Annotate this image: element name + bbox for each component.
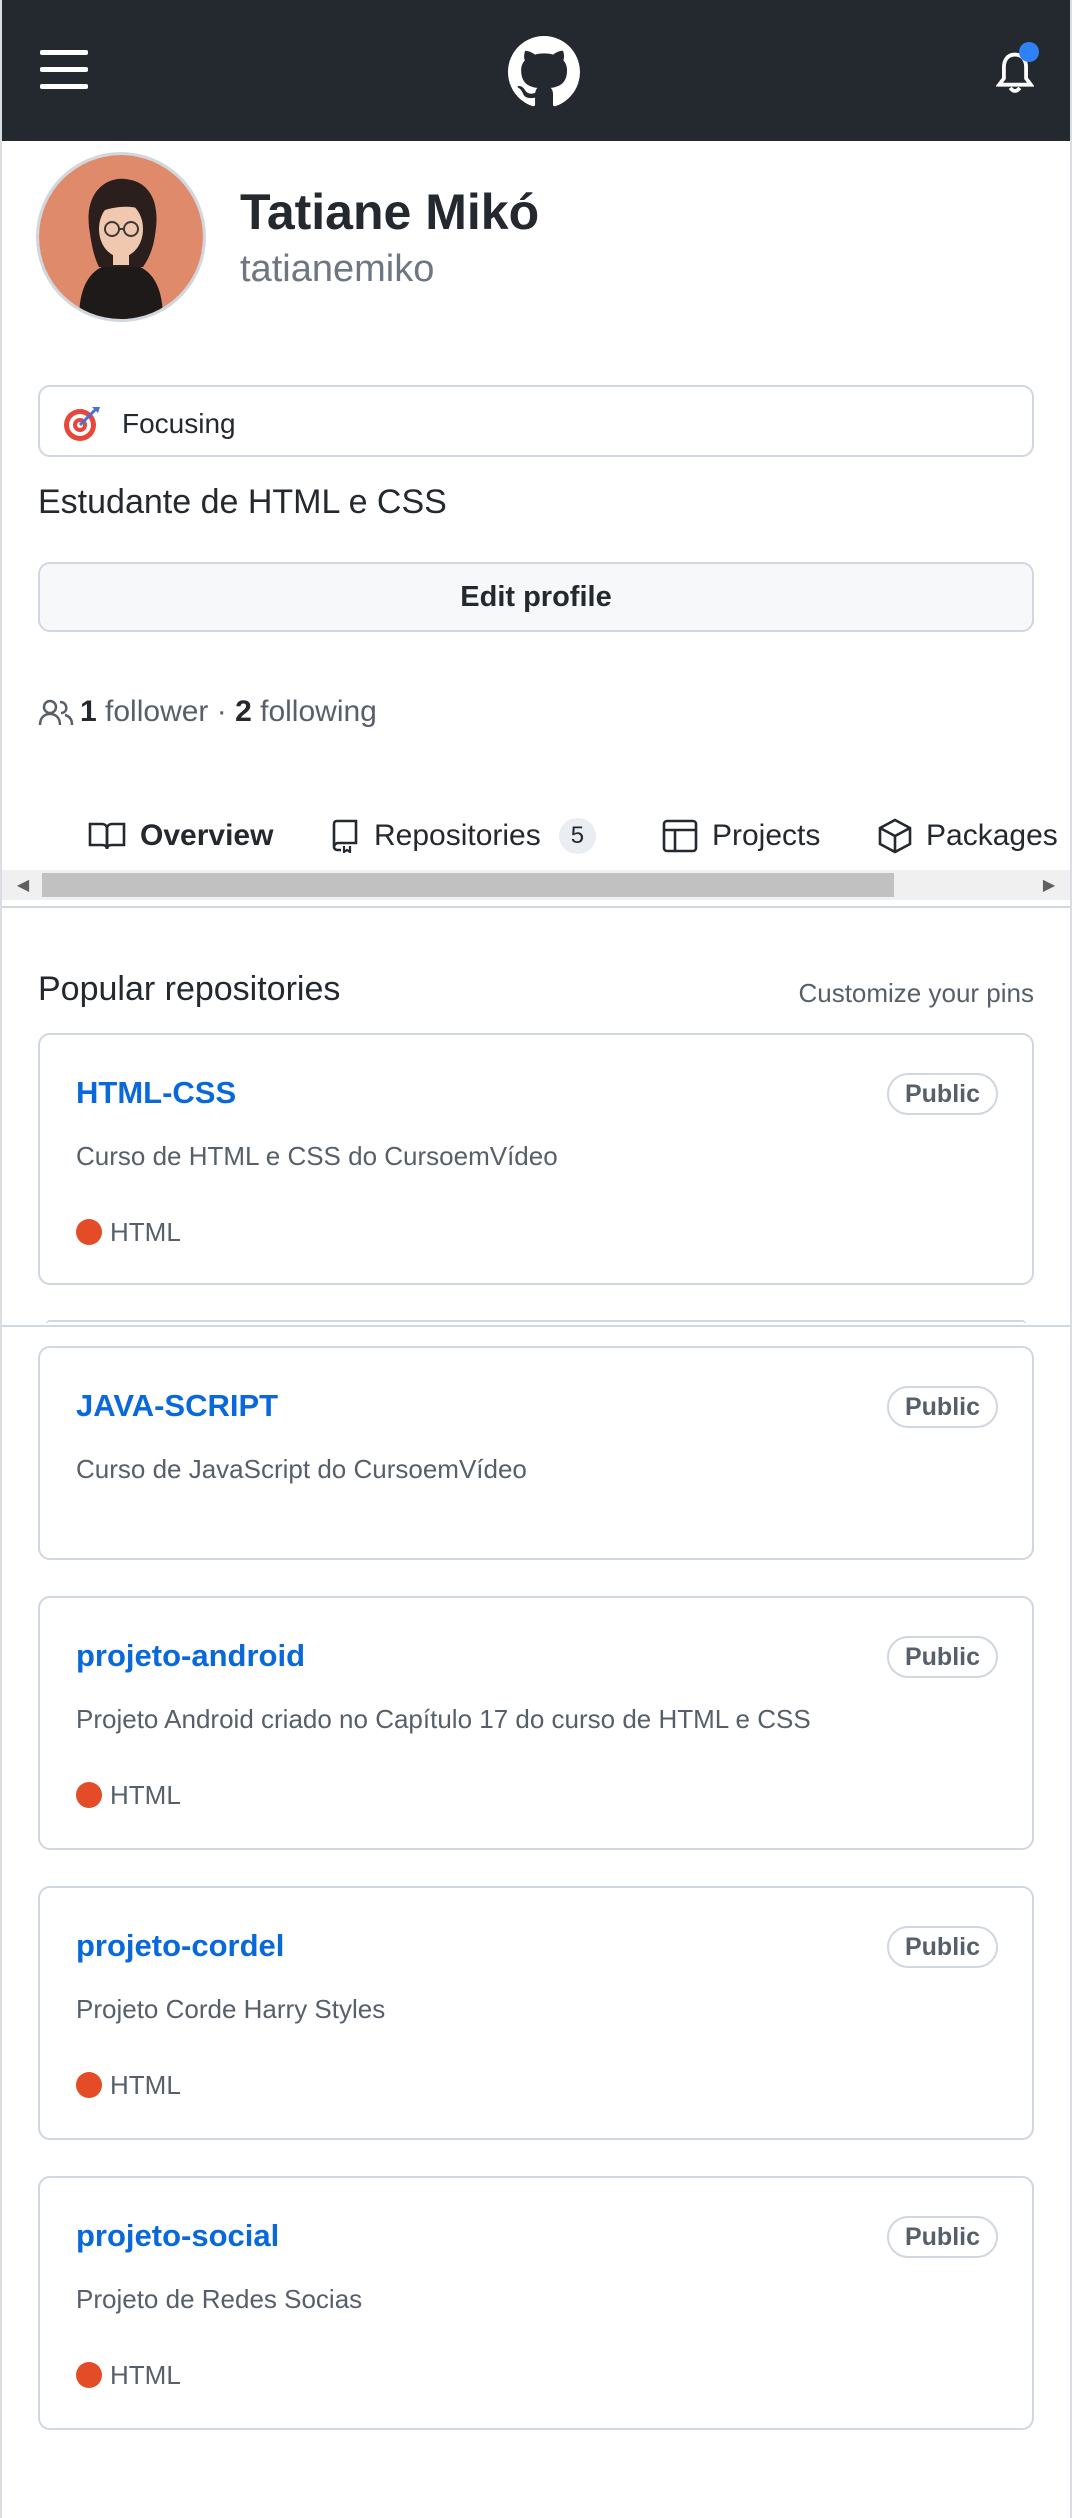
repo-card: projeto-android Public Projeto Android c… <box>38 1596 1034 1850</box>
section-divider <box>0 1325 1072 1327</box>
language-label: HTML <box>110 1216 181 1247</box>
visibility-badge: Public <box>886 1073 998 1115</box>
language-label: HTML <box>110 2359 181 2390</box>
popular-repositories-title: Popular repositories <box>38 970 341 1008</box>
customize-pins-link[interactable]: Customize your pins <box>798 978 1034 1009</box>
visibility-badge: Public <box>886 1386 998 1428</box>
status-text: Focusing <box>122 408 236 439</box>
edit-profile-button[interactable]: Edit profile <box>38 562 1034 632</box>
repo-description: Projeto Corde Harry Styles <box>76 1994 386 2024</box>
repo-description: Curso de HTML e CSS do CursoemVídeo <box>76 1141 558 1171</box>
follow-separator: · <box>216 695 227 728</box>
repo-name-link[interactable]: JAVA-SCRIPT <box>76 1388 278 1424</box>
following-label: following <box>260 695 377 728</box>
repo-card: HTML-CSS Public Curso de HTML e CSS do C… <box>38 1033 1034 1285</box>
package-icon <box>878 818 912 854</box>
tab-repositories[interactable]: Repositories 5 <box>330 808 597 864</box>
language-color-dot <box>76 2362 102 2388</box>
table-icon <box>662 819 698 853</box>
repo-card: JAVA-SCRIPT Public Curso de JavaScript d… <box>38 1346 1034 1560</box>
language-label: HTML <box>110 2069 181 2100</box>
language-color-dot <box>76 1219 102 1245</box>
repo-card-edge <box>46 1320 1026 1324</box>
repo-card: projeto-social Public Projeto de Redes S… <box>38 2176 1034 2430</box>
visibility-badge: Public <box>886 1926 998 1968</box>
notification-indicator <box>1019 42 1039 62</box>
github-logo-icon[interactable] <box>508 36 580 108</box>
repositories-counter: 5 <box>558 818 597 854</box>
repo-card: projeto-cordel Public Projeto Corde Harr… <box>38 1886 1034 2140</box>
visibility-badge: Public <box>886 1636 998 1678</box>
visibility-badge: Public <box>886 2216 998 2258</box>
top-header <box>0 0 1072 141</box>
tab-packages-label: Packages <box>926 819 1058 852</box>
language-color-dot <box>76 2072 102 2098</box>
scroll-left-arrow-icon[interactable]: ◀ <box>8 870 38 900</box>
tab-overview-label: Overview <box>140 819 274 852</box>
scrollbar-thumb[interactable] <box>42 873 894 897</box>
language-color-dot <box>76 1782 102 1808</box>
language-label: HTML <box>110 1779 181 1810</box>
repo-icon <box>332 819 358 853</box>
status-button[interactable]: Focusing <box>38 385 1034 457</box>
target-icon <box>64 407 100 441</box>
tabs-divider <box>0 906 1072 908</box>
tabs-horizontal-scrollbar[interactable]: ◀ ▶ <box>2 870 1070 900</box>
follow-stats: 1 follower · 2 following <box>38 692 377 732</box>
repo-name-link[interactable]: HTML-CSS <box>76 1075 236 1111</box>
following-count: 2 <box>235 695 252 728</box>
repo-language: HTML <box>76 1780 181 1810</box>
followers-label: follower <box>105 695 209 728</box>
avatar-illustration <box>39 155 203 319</box>
repo-language: HTML <box>76 2360 181 2390</box>
tab-repositories-label: Repositories <box>374 819 541 852</box>
tab-projects[interactable]: Projects <box>662 808 820 864</box>
tab-overview[interactable]: Overview <box>88 808 273 864</box>
left-frame-border <box>0 0 2 2518</box>
repo-description: Projeto de Redes Socias <box>76 2284 363 2314</box>
scroll-right-arrow-icon[interactable]: ▶ <box>1034 870 1064 900</box>
repo-description: Curso de JavaScript do CursoemVídeo <box>76 1454 527 1484</box>
repo-name-link[interactable]: projeto-android <box>76 1638 305 1674</box>
repo-name-link[interactable]: projeto-social <box>76 2218 279 2254</box>
profile-tabs: Overview Repositories 5 Projects Package… <box>0 808 1072 868</box>
repo-language: HTML <box>76 1217 181 1247</box>
repo-name-link[interactable]: projeto-cordel <box>76 1928 284 1964</box>
profile-full-name: Tatiane Mikó <box>240 184 540 240</box>
profile-bio: Estudante de HTML e CSS <box>38 483 447 521</box>
profile-username: tatianemiko <box>240 248 435 290</box>
tab-packages[interactable]: Packages <box>878 808 1058 864</box>
repo-description: Projeto Android criado no Capítulo 17 do… <box>76 1704 811 1734</box>
hamburger-menu-icon[interactable] <box>40 50 88 90</box>
tab-projects-label: Projects <box>712 819 821 852</box>
followers-count: 1 <box>80 695 97 728</box>
book-icon <box>88 822 126 850</box>
people-icon <box>38 699 74 726</box>
avatar[interactable] <box>36 152 206 322</box>
profile-page: Tatiane Mikó tatianemiko Focusing Estuda… <box>0 0 1072 2518</box>
following-link[interactable]: 2 following <box>235 695 377 729</box>
repo-language: HTML <box>76 2070 181 2100</box>
followers-link[interactable]: 1 follower <box>80 695 208 729</box>
